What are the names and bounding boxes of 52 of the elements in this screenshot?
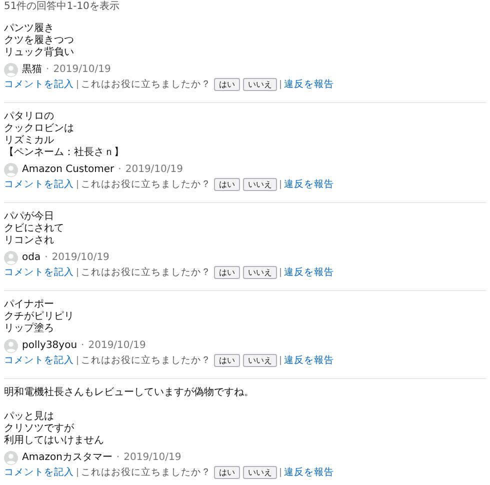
- no-button[interactable]: いいえ: [243, 354, 277, 367]
- report-link[interactable]: 違反を報告: [284, 78, 334, 90]
- answer-date: 2019/10/19: [88, 340, 146, 352]
- comment-link[interactable]: コメントを記入: [4, 466, 74, 478]
- no-button[interactable]: いいえ: [243, 466, 277, 479]
- comment-link[interactable]: コメントを記入: [4, 178, 74, 190]
- avatar-icon: [4, 339, 18, 353]
- helpful-question: これはお役に立ちましたか？: [81, 466, 211, 478]
- author-name: polly38you: [22, 340, 78, 352]
- author-name: Amazon Customer: [22, 164, 114, 176]
- avatar-icon: [4, 451, 18, 465]
- answer-date: 2019/10/19: [124, 452, 182, 464]
- helpful-question: これはお役に立ちましたか？: [81, 178, 211, 190]
- helpful-question: これはお役に立ちましたか？: [81, 266, 211, 278]
- answer-date: 2019/10/19: [52, 252, 110, 264]
- report-link[interactable]: 違反を報告: [284, 178, 334, 190]
- avatar-icon: [4, 163, 18, 177]
- results-summary: 51件の回答中1-10を表示: [4, 1, 120, 13]
- author-name: oda: [22, 252, 41, 264]
- report-link[interactable]: 違反を報告: [284, 266, 334, 278]
- avatar-icon: [4, 251, 18, 265]
- author-name: 黒猫: [22, 64, 42, 76]
- answer-date: 2019/10/19: [53, 64, 111, 76]
- yes-button[interactable]: はい: [214, 466, 240, 479]
- separator-dot: ·: [118, 164, 122, 176]
- helpful-question: これはお役に立ちましたか？: [81, 78, 211, 90]
- comment-link[interactable]: コメントを記入: [4, 78, 74, 90]
- answer-date: 2019/10/19: [125, 164, 183, 176]
- separator-dot: ·: [46, 64, 50, 76]
- comment-link[interactable]: コメントを記入: [4, 354, 74, 366]
- answer-text: パッと見は クリソツですが 利用してはいけません: [4, 411, 105, 447]
- answer-text: パイナポー クチがピリピリ リップ塗ろ: [4, 299, 75, 335]
- answer-text: 明和電機社長さんもレビューしていますが偽物ですね。: [4, 387, 255, 399]
- answer-text: パンツ履き クツを履きつつ リュック背負い: [4, 23, 75, 59]
- yes-button[interactable]: はい: [214, 354, 240, 367]
- yes-button[interactable]: はい: [214, 178, 240, 191]
- answer-text: パタリロの クックロビンは リズミカル 【ペンネーム：社長さｎ】: [4, 111, 125, 159]
- yes-button[interactable]: はい: [214, 266, 240, 279]
- separator-dot: ·: [44, 252, 48, 264]
- report-link[interactable]: 違反を報告: [284, 354, 334, 366]
- separator-dot: ·: [116, 452, 120, 464]
- no-button[interactable]: いいえ: [243, 266, 277, 279]
- answer-text: パパが今日 クビにされて リコンされ: [4, 211, 65, 247]
- helpful-question: これはお役に立ちましたか？: [81, 354, 211, 366]
- avatar-icon: [4, 63, 18, 77]
- report-link[interactable]: 違反を報告: [284, 466, 334, 478]
- author-name: Amazonカスタマー: [22, 452, 112, 464]
- yes-button[interactable]: はい: [214, 78, 240, 91]
- no-button[interactable]: いいえ: [243, 78, 277, 91]
- no-button[interactable]: いいえ: [243, 178, 277, 191]
- comment-link[interactable]: コメントを記入: [4, 266, 74, 278]
- separator-dot: ·: [81, 340, 84, 352]
